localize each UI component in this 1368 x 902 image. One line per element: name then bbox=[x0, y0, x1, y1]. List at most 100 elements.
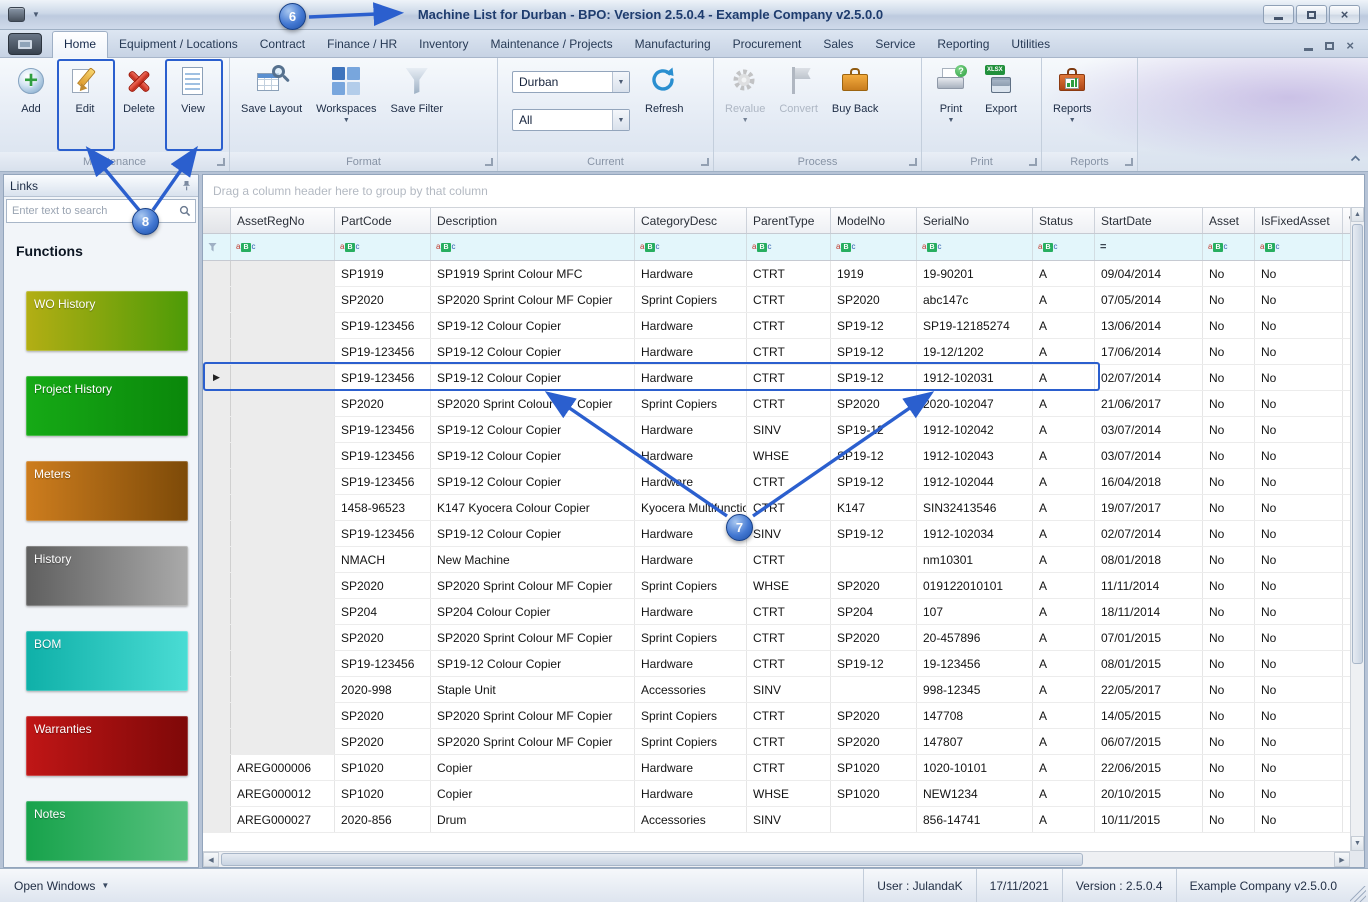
dialog-launcher-icon[interactable] bbox=[485, 158, 493, 166]
column-header-modelno[interactable]: ModelNo bbox=[831, 208, 917, 233]
function-meters[interactable]: Meters bbox=[26, 461, 188, 521]
column-header-startdate[interactable]: StartDate bbox=[1095, 208, 1203, 233]
dialog-launcher-icon[interactable] bbox=[701, 158, 709, 166]
vertical-scroll-thumb[interactable] bbox=[1352, 224, 1363, 664]
tab-equipment-locations[interactable]: Equipment / Locations bbox=[108, 32, 249, 57]
vertical-scrollbar[interactable]: ▲ ▼ bbox=[1350, 207, 1364, 851]
scroll-left-icon[interactable]: ◀ bbox=[203, 852, 219, 867]
table-row[interactable]: AREG000012SP1020CopierHardwareWHSESP1020… bbox=[203, 781, 1350, 807]
filter-cell-modelno[interactable]: aBc bbox=[831, 234, 917, 260]
table-row[interactable]: ▶SP19-123456SP19-12 Colour CopierHardwar… bbox=[203, 365, 1350, 391]
function-bom[interactable]: BOM bbox=[26, 631, 188, 691]
table-row[interactable]: SP19-123456SP19-12 Colour CopierHardware… bbox=[203, 469, 1350, 495]
application-menu-button[interactable] bbox=[8, 33, 42, 55]
column-header-status[interactable]: Status bbox=[1033, 208, 1095, 233]
view-button[interactable]: View bbox=[167, 61, 219, 115]
function-warranties[interactable]: Warranties bbox=[26, 716, 188, 776]
save-filter-button[interactable]: Save Filter bbox=[384, 61, 449, 115]
table-row[interactable]: AREG000006SP1020CopierHardwareCTRTSP1020… bbox=[203, 755, 1350, 781]
table-row[interactable]: SP1919SP1919 Sprint Colour MFCHardwareCT… bbox=[203, 261, 1350, 287]
filter-cell-status[interactable]: aBc bbox=[1033, 234, 1095, 260]
search-input[interactable] bbox=[7, 205, 175, 217]
group-by-hint[interactable]: Drag a column header here to group by th… bbox=[203, 175, 1350, 207]
column-header-isfixedasset[interactable]: IsFixedAsset bbox=[1255, 208, 1343, 233]
filter-cell-serialno[interactable]: aBc bbox=[917, 234, 1033, 260]
filter-cell-startdate[interactable]: = bbox=[1095, 234, 1203, 260]
mdi-close-button[interactable]: × bbox=[1346, 41, 1354, 51]
tab-home[interactable]: Home bbox=[52, 31, 108, 58]
column-header-assetregno[interactable]: AssetRegNo bbox=[231, 208, 335, 233]
edit-button[interactable]: Edit bbox=[59, 61, 111, 115]
tab-manufacturing[interactable]: Manufacturing bbox=[624, 32, 722, 57]
tab-reporting[interactable]: Reporting bbox=[926, 32, 1000, 57]
table-row[interactable]: SP19-123456SP19-12 Colour CopierHardware… bbox=[203, 313, 1350, 339]
save-layout-button[interactable]: Save Layout bbox=[235, 61, 308, 115]
buy-back-button[interactable]: Buy Back bbox=[826, 61, 884, 115]
table-row[interactable]: SP19-123456SP19-12 Colour CopierHardware… bbox=[203, 443, 1350, 469]
combo-branch[interactable]: Durban▼ bbox=[512, 71, 630, 93]
tab-maintenance-projects[interactable]: Maintenance / Projects bbox=[480, 32, 624, 57]
tab-service[interactable]: Service bbox=[864, 32, 926, 57]
tab-inventory[interactable]: Inventory bbox=[408, 32, 479, 57]
filter-cell-assetregno[interactable]: aBc bbox=[231, 234, 335, 260]
minimize-button[interactable] bbox=[1263, 5, 1294, 24]
delete-button[interactable]: Delete bbox=[113, 61, 165, 115]
column-header-categorydesc[interactable]: CategoryDesc bbox=[635, 208, 747, 233]
reports-button[interactable]: Reports▼ bbox=[1047, 61, 1098, 124]
table-row[interactable]: 1458-96523K147 Kyocera Colour CopierKyoc… bbox=[203, 495, 1350, 521]
mdi-restore-button[interactable] bbox=[1325, 42, 1334, 50]
function-wo-history[interactable]: WO History bbox=[26, 291, 188, 351]
column-header-description[interactable]: Description bbox=[431, 208, 635, 233]
pin-icon[interactable] bbox=[181, 180, 192, 191]
table-row[interactable]: AREG0000272020-856DrumAccessoriesSINV856… bbox=[203, 807, 1350, 833]
filter-cell-isfixedasset[interactable]: aBc bbox=[1255, 234, 1343, 260]
mdi-minimize-button[interactable] bbox=[1304, 42, 1313, 51]
scroll-down-icon[interactable]: ▼ bbox=[1351, 836, 1364, 851]
open-windows-button[interactable]: Open Windows ▼ bbox=[0, 879, 123, 893]
table-row[interactable]: SP2020SP2020 Sprint Colour MF CopierSpri… bbox=[203, 391, 1350, 417]
tab-contract[interactable]: Contract bbox=[249, 32, 316, 57]
resize-grip[interactable] bbox=[1350, 886, 1366, 902]
filter-cell-parenttype[interactable]: aBc bbox=[747, 234, 831, 260]
scroll-right-icon[interactable]: ▶ bbox=[1334, 852, 1350, 867]
table-row[interactable]: SP2020SP2020 Sprint Colour MF CopierSpri… bbox=[203, 573, 1350, 599]
print-button[interactable]: ?Print▼ bbox=[927, 61, 975, 124]
table-row[interactable]: SP2020SP2020 Sprint Colour MF CopierSpri… bbox=[203, 287, 1350, 313]
table-row[interactable]: SP2020SP2020 Sprint Colour MF CopierSpri… bbox=[203, 625, 1350, 651]
function-project-history[interactable]: Project History bbox=[26, 376, 188, 436]
close-button[interactable]: × bbox=[1329, 5, 1360, 24]
maximize-button[interactable] bbox=[1296, 5, 1327, 24]
add-button[interactable]: +Add bbox=[5, 61, 57, 115]
export-button[interactable]: XLSXExport bbox=[977, 61, 1025, 115]
dialog-launcher-icon[interactable] bbox=[909, 158, 917, 166]
table-row[interactable]: NMACHNew MachineHardwareCTRTnm10301A08/0… bbox=[203, 547, 1350, 573]
column-header-serialno[interactable]: SerialNo bbox=[917, 208, 1033, 233]
table-row[interactable]: SP19-123456SP19-12 Colour CopierHardware… bbox=[203, 651, 1350, 677]
table-row[interactable]: 2020-998Staple UnitAccessoriesSINV998-12… bbox=[203, 677, 1350, 703]
table-row[interactable]: SP19-123456SP19-12 Colour CopierHardware… bbox=[203, 339, 1350, 365]
function-history[interactable]: History bbox=[26, 546, 188, 606]
horizontal-scroll-thumb[interactable] bbox=[221, 853, 1083, 866]
workspaces-button[interactable]: Workspaces▼ bbox=[310, 61, 382, 124]
column-header-partcode[interactable]: PartCode bbox=[335, 208, 431, 233]
refresh-button[interactable]: Refresh bbox=[639, 61, 690, 115]
scroll-up-icon[interactable]: ▲ bbox=[1351, 207, 1364, 222]
table-row[interactable]: SP19-123456SP19-12 Colour CopierHardware… bbox=[203, 521, 1350, 547]
column-header-asset[interactable]: Asset bbox=[1203, 208, 1255, 233]
function-notes[interactable]: Notes bbox=[26, 801, 188, 861]
filter-cell-description[interactable]: aBc bbox=[431, 234, 635, 260]
tab-procurement[interactable]: Procurement bbox=[722, 32, 813, 57]
filter-cell-asset[interactable]: aBc bbox=[1203, 234, 1255, 260]
table-row[interactable]: SP2020SP2020 Sprint Colour MF CopierSpri… bbox=[203, 729, 1350, 755]
collapse-ribbon-button[interactable] bbox=[1349, 149, 1362, 167]
tab-finance-hr[interactable]: Finance / HR bbox=[316, 32, 408, 57]
chevron-down-icon[interactable]: ▼ bbox=[612, 72, 629, 92]
combo-status-filter[interactable]: All▼ bbox=[512, 109, 630, 131]
dialog-launcher-icon[interactable] bbox=[1029, 158, 1037, 166]
horizontal-scrollbar[interactable]: ◀ ▶ bbox=[203, 851, 1350, 867]
tab-sales[interactable]: Sales bbox=[812, 32, 864, 57]
table-row[interactable]: SP2020SP2020 Sprint Colour MF CopierSpri… bbox=[203, 703, 1350, 729]
dialog-launcher-icon[interactable] bbox=[217, 158, 225, 166]
chevron-down-icon[interactable]: ▼ bbox=[612, 110, 629, 130]
column-header-parenttype[interactable]: ParentType bbox=[747, 208, 831, 233]
